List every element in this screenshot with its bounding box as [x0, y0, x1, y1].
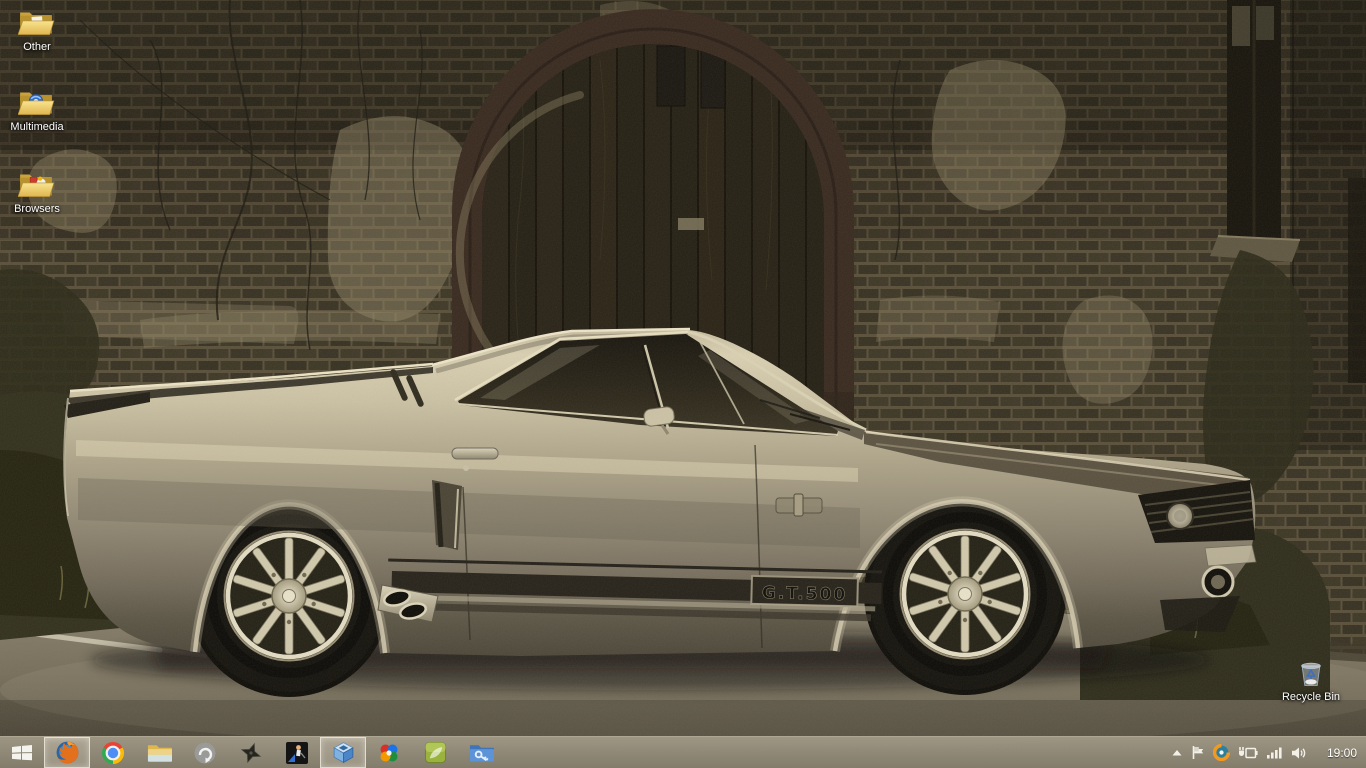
- taskbar-item-pinwheel-media-app[interactable]: [366, 737, 412, 768]
- desktop-icon-label: Multimedia: [10, 121, 63, 134]
- taskbar-item-green-leaf-app[interactable]: [412, 737, 458, 768]
- taskbar-item-password-folder-app[interactable]: [458, 737, 504, 768]
- folder-browsers-icon: [18, 168, 56, 202]
- green-leaf-icon: [424, 741, 447, 764]
- pinwheel-icon: [377, 741, 401, 765]
- taskbar: 19:00: [0, 736, 1366, 768]
- desktop-icon-browsers[interactable]: Browsers: [0, 168, 77, 216]
- taskbar-item-firefox[interactable]: [44, 737, 90, 768]
- monitor-ring-app-icon[interactable]: [1213, 744, 1230, 761]
- taskbar-item-game-app[interactable]: [274, 737, 320, 768]
- start-button[interactable]: [0, 737, 44, 768]
- taskbar-item-virtualbox[interactable]: [320, 737, 366, 768]
- game-app-icon: [285, 741, 309, 765]
- shuriken-icon: [239, 741, 263, 765]
- system-tray: 19:00: [1171, 737, 1366, 768]
- desktop-icon-other[interactable]: Other: [0, 6, 77, 54]
- recycle-bin-icon: [1295, 656, 1327, 690]
- sync-sphere-icon: [193, 741, 217, 765]
- desktop-icon-multimedia[interactable]: Multimedia: [0, 86, 77, 134]
- desktop-icon-label: Recycle Bin: [1282, 691, 1340, 704]
- taskbar-item-shuriken-app[interactable]: [228, 737, 274, 768]
- virtualbox-icon: [331, 740, 356, 765]
- desktop-icon-label: Other: [23, 41, 51, 54]
- firefox-icon: [55, 740, 80, 765]
- desktop-icon-label: Browsers: [14, 203, 60, 216]
- taskbar-clock[interactable]: 19:00: [1315, 746, 1357, 760]
- desktop-icon-recycle-bin[interactable]: Recycle Bin: [1271, 656, 1351, 704]
- power-battery-icon[interactable]: [1238, 746, 1258, 760]
- network-signal-icon[interactable]: [1266, 746, 1283, 759]
- taskbar-item-sync-sphere-app[interactable]: [182, 737, 228, 768]
- taskbar-item-file-explorer[interactable]: [136, 737, 182, 768]
- folder-icon: [18, 6, 56, 40]
- taskbar-item-chrome[interactable]: [90, 737, 136, 768]
- wallpaper-photo: G.T.500: [0, 0, 1366, 768]
- hidden-icons-chevron[interactable]: [1171, 748, 1183, 758]
- chrome-icon: [101, 741, 125, 765]
- desktop: G.T.500 Other: [0, 0, 1366, 768]
- key-folder-icon: [469, 742, 494, 764]
- windows-logo-icon: [12, 745, 33, 761]
- folder-media-icon: [18, 86, 56, 120]
- file-explorer-icon: [147, 742, 172, 764]
- action-center-flag-icon[interactable]: [1191, 745, 1205, 760]
- photo-grain: [0, 0, 1366, 768]
- volume-icon[interactable]: [1291, 746, 1307, 760]
